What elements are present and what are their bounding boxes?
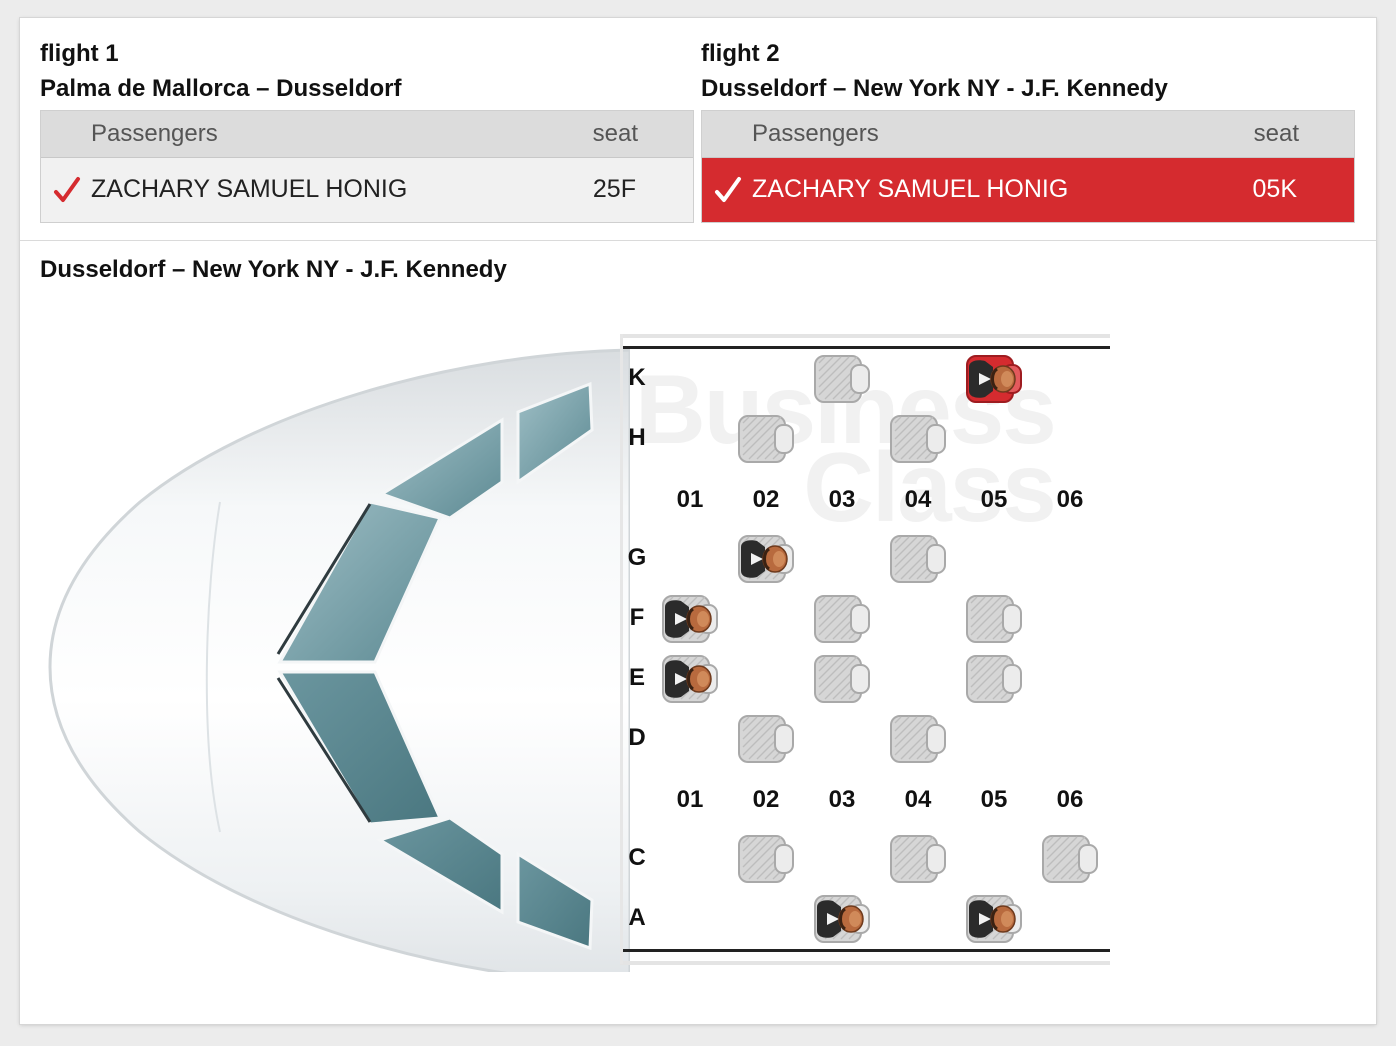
passenger-name: ZACHARY SAMUEL HONIG — [752, 175, 1069, 203]
column-number: 02 — [752, 486, 780, 513]
row-letter: E — [628, 664, 645, 691]
column-number: 04 — [904, 786, 932, 813]
seat-icon — [738, 715, 794, 763]
row-letter: F — [629, 604, 645, 631]
passenger-seat-icon — [814, 895, 870, 943]
passenger-seat-icon — [662, 595, 718, 643]
seat-icon — [890, 835, 946, 883]
passenger-row[interactable]: ZACHARY SAMUEL HONIG 25F — [41, 158, 693, 222]
passengers-header: Passengers — [91, 120, 218, 147]
seat-header: seat — [1253, 120, 1299, 147]
passenger-seat-icon — [662, 655, 718, 703]
seat-02d-available[interactable] — [735, 713, 797, 765]
aircraft-nose-illustration — [30, 332, 632, 986]
passenger-name: ZACHARY SAMUEL HONIG — [91, 175, 408, 203]
row-letter: H — [628, 424, 646, 451]
flight-route: Palma de Mallorca – Dusseldorf — [40, 75, 402, 102]
seat-02h-available[interactable] — [735, 413, 797, 465]
flight-label: flight 1 — [40, 40, 119, 67]
seat-icon — [966, 595, 1022, 643]
seat-03f-available[interactable] — [811, 593, 873, 645]
seat-03k-available[interactable] — [811, 353, 873, 405]
passenger-seat: 25F — [592, 175, 636, 203]
seat-icon — [890, 535, 946, 583]
column-number: 01 — [676, 486, 704, 513]
passenger-row-selected[interactable]: ZACHARY SAMUEL HONIG 05K — [702, 158, 1354, 222]
seat-05k-selected[interactable] — [963, 353, 1025, 405]
row-letter: A — [628, 904, 646, 931]
column-number: 05 — [980, 786, 1008, 813]
flight-route: Dusseldorf – New York NY - J.F. Kennedy — [701, 75, 1168, 102]
fuselage-line — [620, 961, 1110, 965]
seat-03e-available[interactable] — [811, 653, 873, 705]
checkmark-icon — [714, 175, 742, 205]
seat-header: seat — [592, 120, 638, 147]
seat-04h-available[interactable] — [887, 413, 949, 465]
cabin-edge — [620, 334, 623, 964]
seat-02g-occupied — [735, 533, 797, 585]
seat-01f-occupied — [659, 593, 721, 645]
seat-05f-available[interactable] — [963, 593, 1025, 645]
seat-map-route: Dusseldorf – New York NY - J.F. Kennedy — [40, 256, 507, 283]
seat-01e-occupied — [659, 653, 721, 705]
seat-icon — [814, 355, 870, 403]
seat-icon — [966, 655, 1022, 703]
seat-04d-available[interactable] — [887, 713, 949, 765]
passengers-header: Passengers — [752, 120, 879, 147]
passenger-seat-icon — [966, 355, 1022, 403]
seat-icon — [1042, 835, 1098, 883]
fuselage-line — [620, 346, 1110, 349]
seat-03a-occupied — [811, 893, 873, 945]
seat-icon — [814, 655, 870, 703]
column-number: 02 — [752, 786, 780, 813]
seat-icon — [738, 835, 794, 883]
seat-selection-panel: flight 1 Palma de Mallorca – Dusseldorf … — [20, 18, 1376, 1024]
passenger-seat: 05K — [1252, 175, 1297, 203]
row-letter: K — [628, 364, 646, 391]
seat-02c-available[interactable] — [735, 833, 797, 885]
column-number: 06 — [1056, 786, 1084, 813]
row-letter: C — [628, 844, 646, 871]
seat-05e-available[interactable] — [963, 653, 1025, 705]
seat-icon — [890, 715, 946, 763]
checkmark-icon — [53, 175, 81, 205]
flight-label: flight 2 — [701, 40, 780, 67]
fuselage-line — [620, 334, 1110, 338]
column-number: 06 — [1056, 486, 1084, 513]
seat-icon — [890, 415, 946, 463]
column-number: 04 — [904, 486, 932, 513]
passenger-seat-icon — [966, 895, 1022, 943]
row-letter: G — [627, 544, 647, 571]
seat-06c-available[interactable] — [1039, 833, 1101, 885]
section-divider — [20, 240, 1376, 241]
column-number: 03 — [828, 786, 856, 813]
column-number: 03 — [828, 486, 856, 513]
passenger-seat-icon — [738, 535, 794, 583]
seat-04c-available[interactable] — [887, 833, 949, 885]
passenger-table: Passengers seat ZACHARY SAMUEL HONIG 05K — [701, 110, 1355, 223]
fuselage-line — [620, 949, 1110, 952]
seat-icon — [814, 595, 870, 643]
passenger-table-header: Passengers seat — [41, 111, 693, 158]
row-letter: D — [628, 724, 646, 751]
seat-icon — [738, 415, 794, 463]
column-number: 05 — [980, 486, 1008, 513]
column-number: 01 — [676, 786, 704, 813]
passenger-table-header: Passengers seat — [702, 111, 1354, 158]
passenger-table: Passengers seat ZACHARY SAMUEL HONIG 25F — [40, 110, 694, 223]
seat-04g-available[interactable] — [887, 533, 949, 585]
seat-05a-occupied — [963, 893, 1025, 945]
